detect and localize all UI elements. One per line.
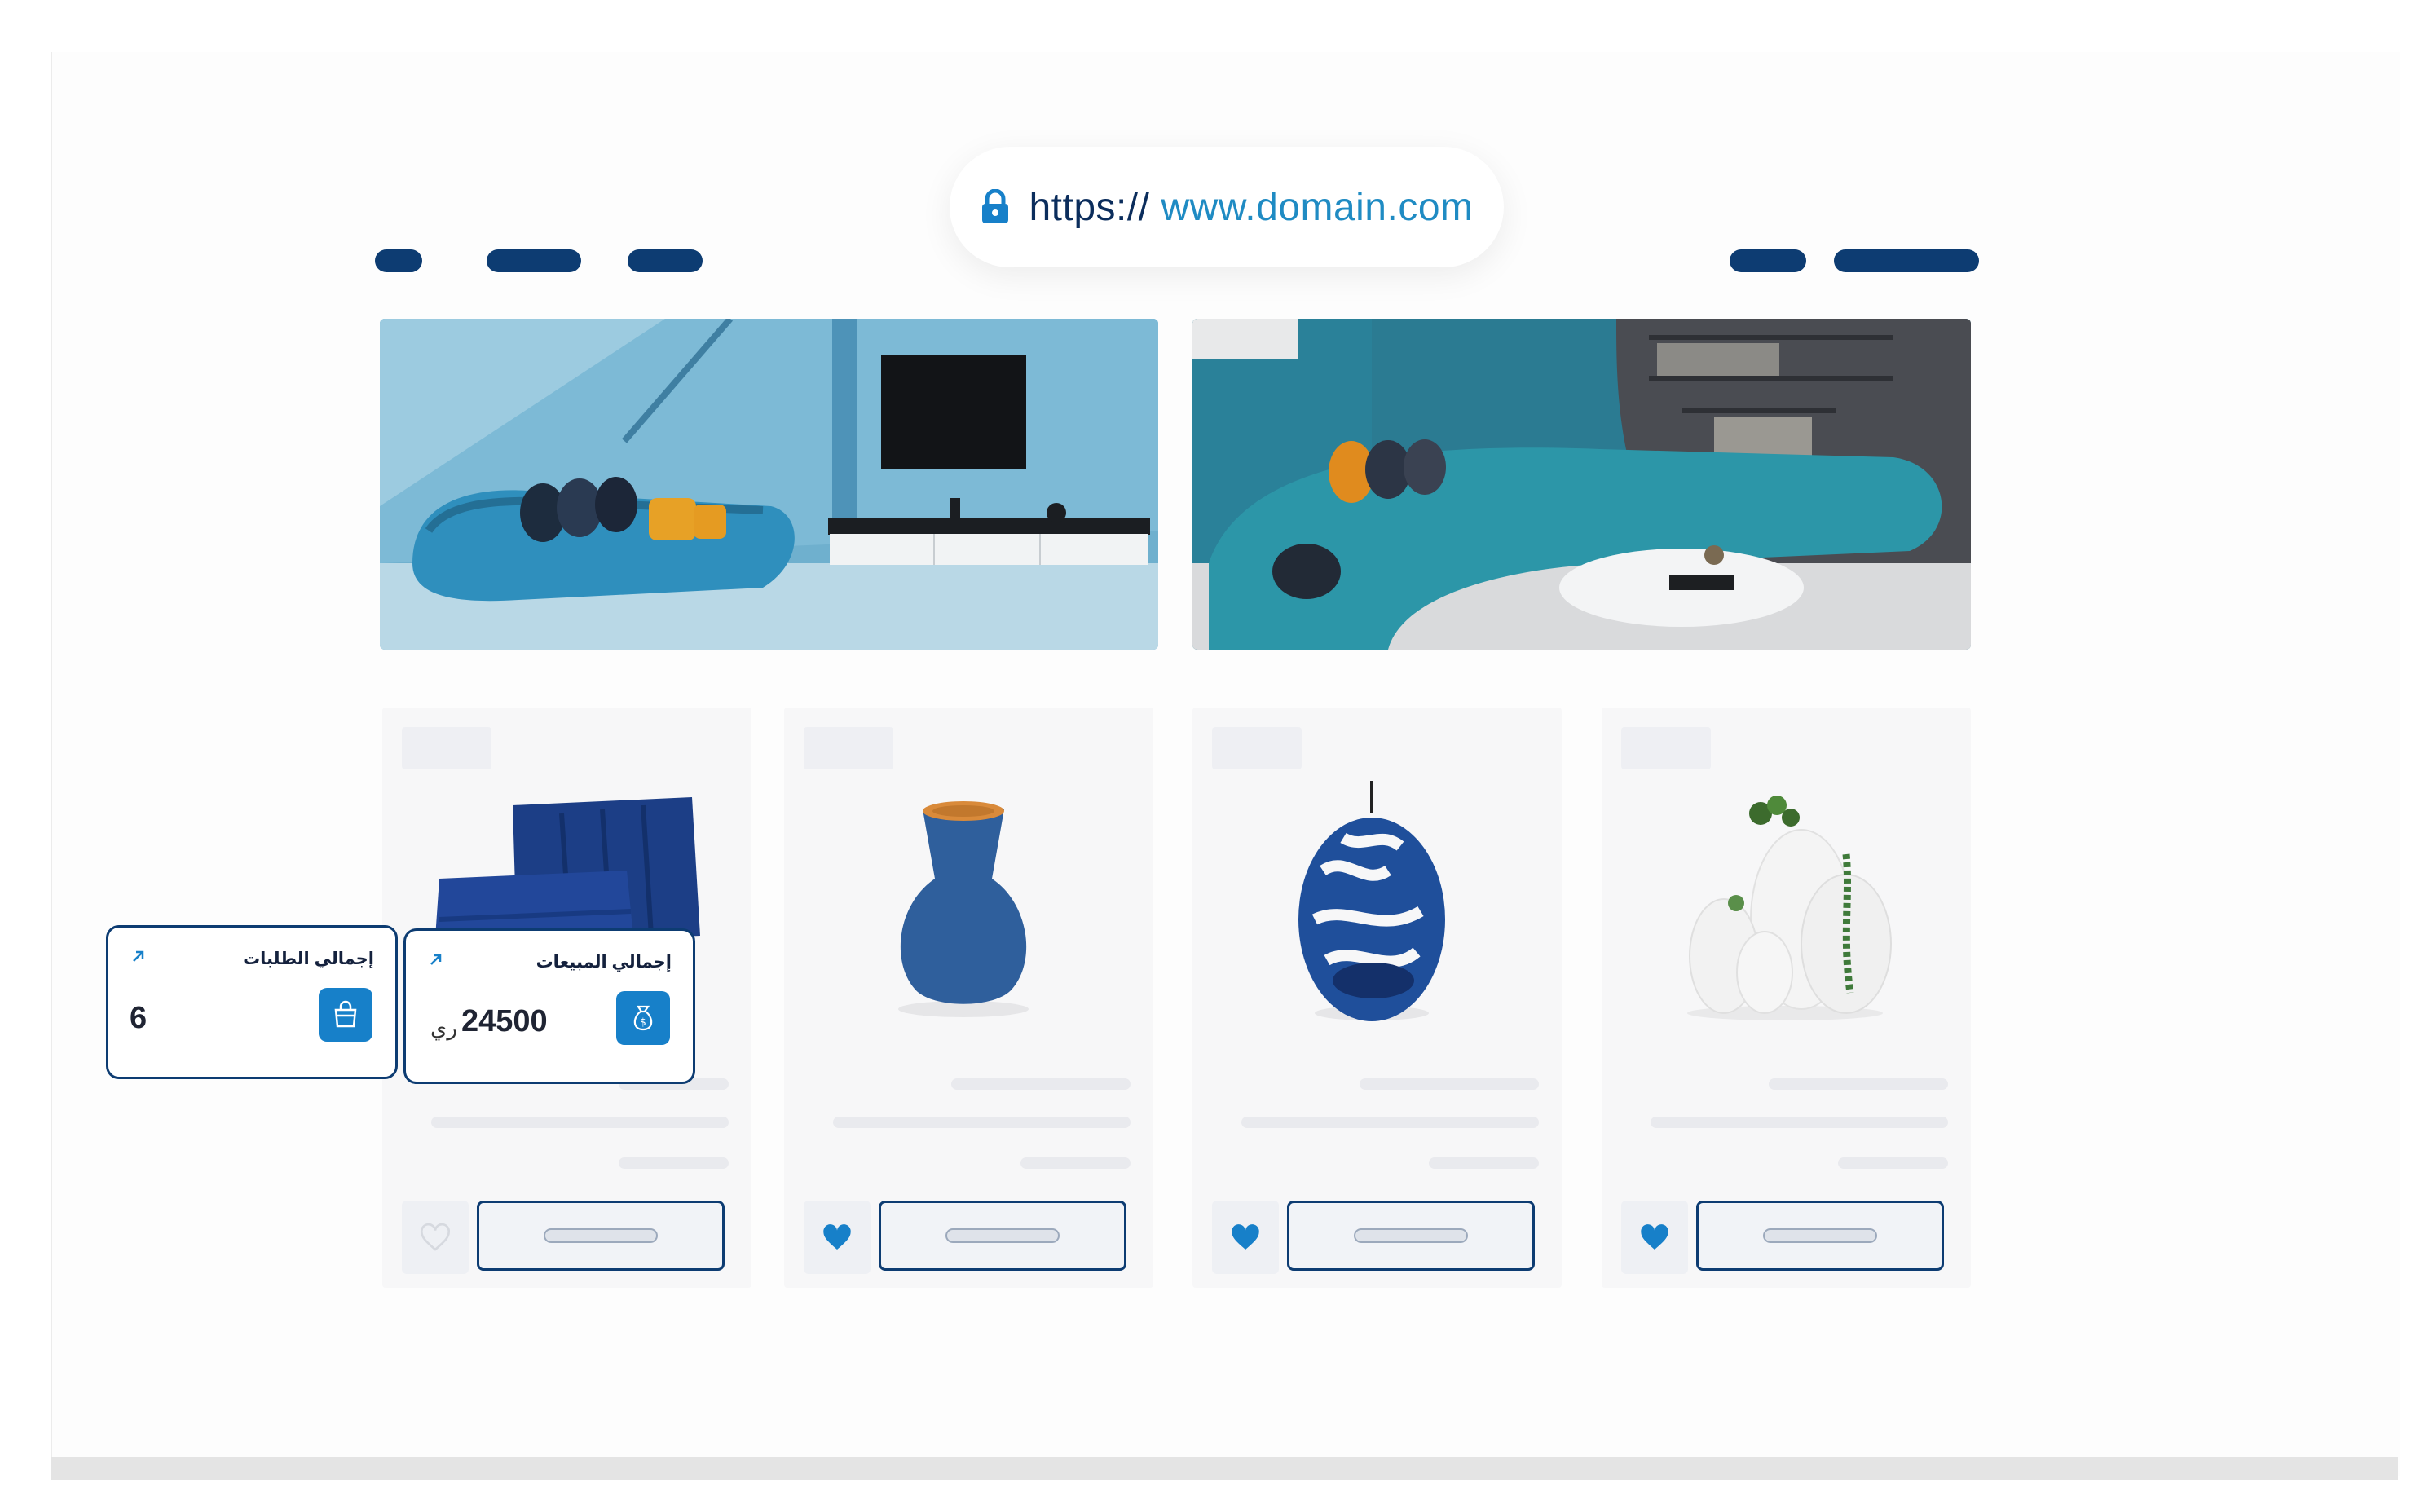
nav-action-1[interactable] — [1730, 249, 1806, 272]
stat-value: 6 — [130, 1001, 148, 1035]
button-label-placeholder — [544, 1228, 658, 1243]
stat-title: إجمالي المبيعات — [536, 953, 672, 972]
nav-link-1[interactable] — [375, 249, 422, 272]
add-to-cart-button[interactable] — [879, 1201, 1126, 1271]
button-label-placeholder — [1763, 1228, 1877, 1243]
favorite-button[interactable] — [1621, 1201, 1688, 1274]
product-price-placeholder — [1838, 1157, 1948, 1169]
address-bar[interactable]: https:// www.domain.com — [950, 147, 1504, 267]
add-to-cart-button[interactable] — [1287, 1201, 1535, 1271]
url-host: www.domain.com — [1149, 185, 1474, 229]
favorite-button[interactable] — [402, 1201, 469, 1274]
stat-currency: ري — [430, 1016, 457, 1040]
product-title-placeholder — [951, 1078, 1131, 1090]
shopping-bag-icon — [319, 988, 372, 1042]
product-image-white-vases — [1602, 781, 1971, 1042]
product-card[interactable] — [784, 708, 1153, 1288]
favorite-button[interactable] — [804, 1201, 871, 1274]
svg-text:$: $ — [640, 1016, 646, 1028]
money-bag-icon: $ — [616, 991, 670, 1045]
product-price-placeholder — [1429, 1157, 1539, 1169]
add-to-cart-button[interactable] — [477, 1201, 725, 1271]
product-desc-placeholder — [431, 1117, 729, 1128]
living-room-image-1 — [380, 319, 1158, 650]
product-price-placeholder — [1020, 1157, 1131, 1169]
stat-title: إجمالي الطلبات — [243, 950, 374, 968]
nav-action-2[interactable] — [1834, 249, 1979, 272]
product-title-placeholder — [1360, 1078, 1539, 1090]
stat-value: 24500 — [461, 1004, 548, 1038]
product-price-placeholder — [619, 1157, 729, 1169]
hero-banner-living-room-1[interactable] — [380, 319, 1158, 650]
url-scheme: https:// — [1029, 185, 1150, 229]
stat-card-total-orders[interactable]: إجمالي الطلبات 6 — [106, 925, 398, 1079]
product-image-egg-chair — [1192, 781, 1562, 1042]
product-desc-placeholder — [1241, 1117, 1539, 1128]
url-text: https:// www.domain.com — [1029, 185, 1473, 230]
button-label-placeholder — [1354, 1228, 1468, 1243]
favorite-button[interactable] — [1212, 1201, 1279, 1274]
heart-icon — [1641, 1224, 1668, 1250]
stat-card-total-sales[interactable]: إجمالي المبيعات $ ري 24500 — [403, 928, 695, 1084]
product-badge-placeholder — [1621, 727, 1711, 769]
nav-link-3[interactable] — [628, 249, 703, 272]
lock-icon — [982, 189, 1009, 223]
heart-icon — [420, 1223, 451, 1251]
product-badge-placeholder — [402, 727, 491, 769]
add-to-cart-button[interactable] — [1696, 1201, 1944, 1271]
product-desc-placeholder — [1651, 1117, 1948, 1128]
product-badge-placeholder — [1212, 727, 1302, 769]
nav-link-2[interactable] — [487, 249, 581, 272]
product-card[interactable] — [1192, 708, 1562, 1288]
product-image-vase — [784, 781, 1153, 1042]
bottom-divider — [51, 1457, 2398, 1480]
button-label-placeholder — [945, 1228, 1060, 1243]
arrow-up-right-icon — [133, 950, 144, 962]
product-desc-placeholder — [833, 1117, 1131, 1128]
arrow-up-right-icon — [430, 954, 442, 965]
heart-icon — [823, 1224, 851, 1250]
hero-banner-living-room-2[interactable] — [1192, 319, 1971, 650]
heart-icon — [1232, 1224, 1259, 1250]
product-card[interactable] — [1602, 708, 1971, 1288]
product-title-placeholder — [1769, 1078, 1948, 1090]
living-room-image-2 — [1192, 319, 1971, 650]
product-badge-placeholder — [804, 727, 893, 769]
